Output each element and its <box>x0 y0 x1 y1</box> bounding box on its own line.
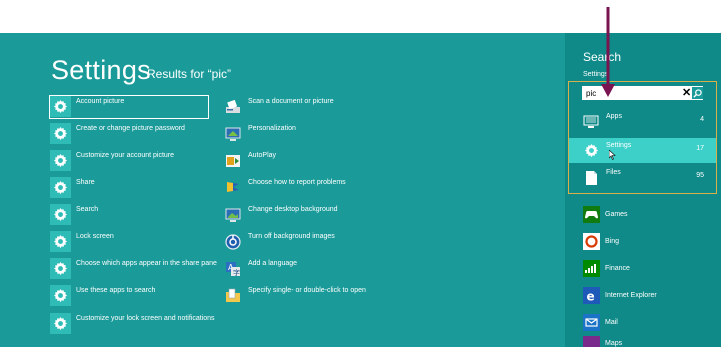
scope-count: 17 <box>696 145 704 152</box>
search-charm-title: Search <box>583 50 622 64</box>
folder-options-icon <box>222 285 243 306</box>
result-personalization[interactable]: Personalization <box>222 123 296 147</box>
flag-icon <box>222 177 243 198</box>
gear-icon <box>582 142 600 160</box>
result-label: AutoPlay <box>248 152 277 159</box>
page-title: Settings <box>51 55 151 85</box>
file-icon <box>582 169 600 187</box>
app-label: Finance <box>605 264 630 272</box>
search-icon <box>693 88 702 98</box>
gear-icon <box>50 285 71 306</box>
result-label: Customize your account picture <box>76 152 175 159</box>
app-label: Bing <box>605 237 620 245</box>
result-search[interactable]: Search <box>50 204 98 228</box>
app-mail[interactable]: Mail <box>583 312 618 332</box>
result-search-apps[interactable]: Use these apps to search <box>50 285 155 309</box>
desktop-background-icon <box>222 204 243 225</box>
autoplay-icon <box>222 150 243 171</box>
result-lock-screen[interactable]: Lock screen <box>50 231 114 255</box>
result-report-problems[interactable]: Choose how to report problems <box>222 177 346 201</box>
result-change-desktop-background[interactable]: Change desktop background <box>222 204 338 228</box>
internet-explorer-icon: e <box>583 286 600 304</box>
result-label: Choose which apps appear in the share pa… <box>76 260 217 267</box>
search-button[interactable] <box>692 87 703 99</box>
gear-icon <box>50 204 71 225</box>
app-label: Mail <box>605 318 618 326</box>
clear-icon[interactable]: ✕ <box>682 87 691 99</box>
top-white-area <box>0 0 721 33</box>
personalization-icon <box>222 123 243 144</box>
gear-icon <box>50 313 71 334</box>
scope-label: Apps <box>606 113 622 120</box>
result-label: Personalization <box>248 125 296 132</box>
scope-label: Settings <box>606 142 632 149</box>
scope-files[interactable]: Files 95 <box>569 165 716 190</box>
result-lock-screen-notifications[interactable]: Customize your lock screen and notificat… <box>50 313 215 337</box>
result-label: Choose how to report problems <box>248 179 346 186</box>
search-box: ✕ <box>582 86 703 100</box>
result-add-language[interactable]: A字 Add a language <box>222 258 297 282</box>
app-games[interactable]: Games <box>583 204 628 224</box>
scope-count: 4 <box>700 116 704 123</box>
games-icon <box>583 205 600 223</box>
gear-icon <box>50 258 71 279</box>
result-create-picture-password[interactable]: Create or change picture password <box>50 123 185 147</box>
result-label: Specify single- or double-click to open <box>248 287 366 294</box>
result-label: Turn off background images <box>248 233 335 240</box>
gear-icon <box>50 150 71 171</box>
scope-count: 95 <box>696 172 704 179</box>
gear-icon <box>50 96 71 117</box>
svg-text:字: 字 <box>233 268 240 277</box>
result-label: Share <box>76 179 95 186</box>
svg-text:e: e <box>587 289 595 303</box>
gear-icon <box>50 177 71 198</box>
result-scan-document[interactable]: Scan a document or picture <box>222 96 334 120</box>
result-autoplay[interactable]: AutoPlay <box>222 150 276 174</box>
app-maps[interactable]: Maps <box>583 336 622 347</box>
app-finance[interactable]: Finance <box>583 258 630 278</box>
result-label: Change desktop background <box>248 206 338 213</box>
app-bing[interactable]: Bing <box>583 231 619 251</box>
result-account-picture[interactable]: Account picture <box>49 95 209 119</box>
result-customize-account-picture[interactable]: Customize your account picture <box>50 150 174 174</box>
search-scope-label: Settings <box>583 71 609 78</box>
search-input[interactable] <box>582 87 682 99</box>
mail-icon <box>583 313 600 331</box>
result-share-pane-apps[interactable]: Choose which apps appear in the share pa… <box>50 258 217 282</box>
language-icon: A字 <box>222 258 243 279</box>
scope-settings[interactable]: Settings 17 <box>569 138 716 163</box>
result-label: Create or change picture password <box>76 125 185 132</box>
app-internet-explorer[interactable]: e Internet Explorer <box>583 285 657 305</box>
scope-apps[interactable]: Apps 4 <box>569 109 716 134</box>
result-label: Use these apps to search <box>76 287 156 294</box>
app-label: Maps <box>605 340 623 347</box>
result-single-double-click[interactable]: Specify single- or double-click to open <box>222 285 366 309</box>
result-label: Search <box>76 206 99 213</box>
gear-icon <box>50 123 71 144</box>
result-label: Add a language <box>248 260 298 267</box>
result-share[interactable]: Share <box>50 177 95 201</box>
finance-icon <box>583 259 600 277</box>
mouse-cursor-icon <box>609 150 616 160</box>
result-label: Customize your lock screen and notificat… <box>76 315 215 322</box>
ease-of-access-icon <box>222 231 243 252</box>
result-label: Lock screen <box>76 233 114 240</box>
apps-icon <box>582 113 600 131</box>
maps-icon <box>583 336 600 347</box>
result-label: Scan a document or picture <box>248 98 334 105</box>
result-turn-off-background-images[interactable]: Turn off background images <box>222 231 335 255</box>
bing-icon <box>583 232 600 250</box>
app-label: Games <box>605 210 628 218</box>
scanner-icon <box>222 96 243 117</box>
scope-label: Files <box>606 169 621 176</box>
gear-icon <box>50 231 71 252</box>
app-label: Internet Explorer <box>605 291 657 299</box>
results-for-label: Results for “pic” <box>147 67 232 81</box>
result-label: Account picture <box>76 98 125 105</box>
